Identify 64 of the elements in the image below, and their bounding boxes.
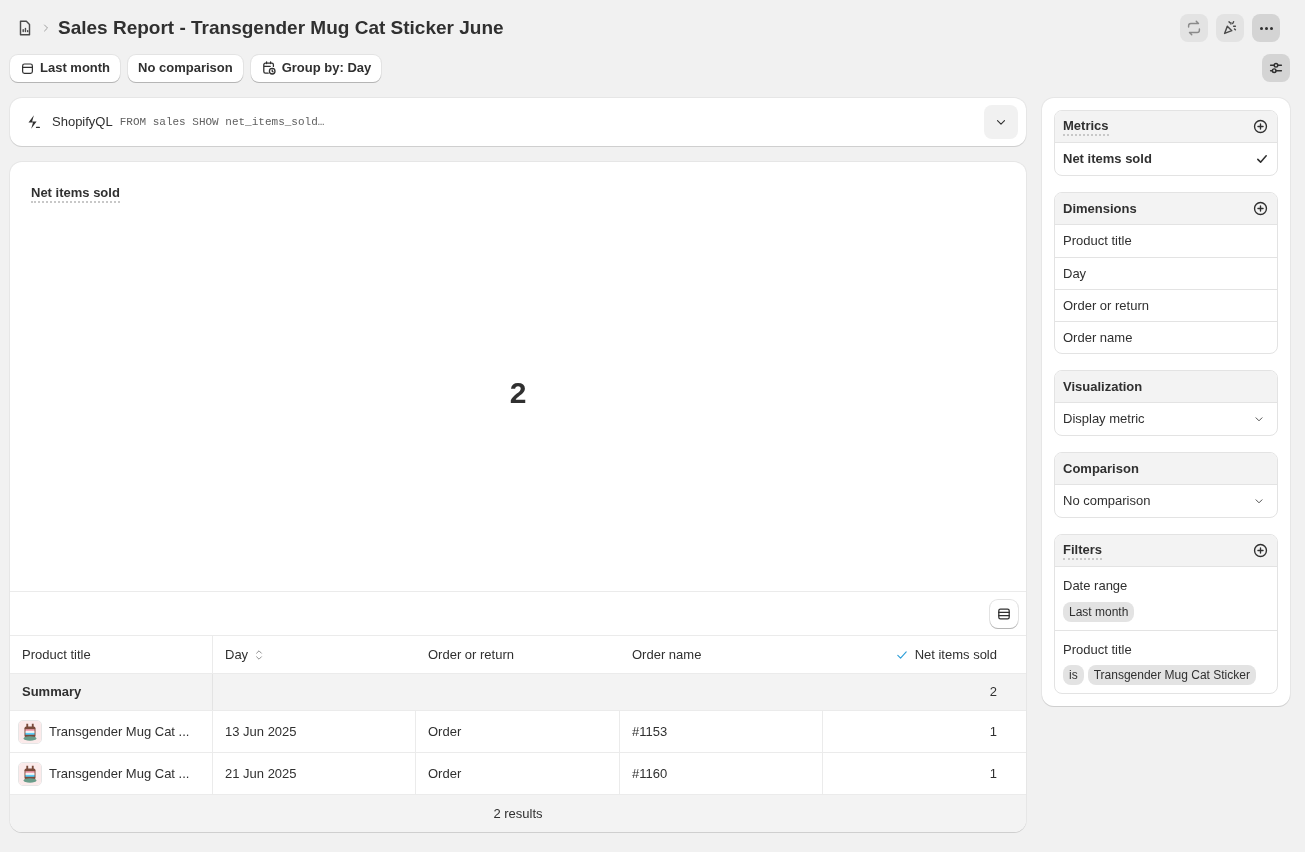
calendar-icon [20,60,35,76]
item-label: Product title [1063,232,1132,251]
table-cell-text: 1 [989,722,997,741]
item-label: Net items sold [1063,150,1152,169]
add-icon[interactable] [1252,118,1269,135]
results-count: 2 results [493,804,543,823]
page-title: Sales Report - Transgender Mug Cat Sticker June [58,15,504,40]
settings-item[interactable]: Order name [1055,321,1277,353]
filter-panel-toggle[interactable] [1262,54,1290,82]
section-title: Dimensions [1063,200,1137,217]
toolbar-button[interactable]: Last month [10,54,121,82]
column-header[interactable]: Product title [22,644,91,665]
settings-item[interactable]: Net items sold [1055,143,1277,175]
dropdown-value: No comparison [1063,492,1151,511]
refresh-icon [1185,19,1203,37]
calendar-clock-icon [260,60,277,76]
section-title: Filters [1063,541,1102,560]
filter-tag: Transgender Mug Cat Sticker [1087,665,1256,685]
column-header[interactable]: Order name [632,644,702,665]
refresh-button[interactable] [1180,14,1208,42]
column-header[interactable]: Order or return [428,644,514,665]
item-label: Order or return [1063,296,1149,315]
summary-label: Summary [22,683,82,702]
filter-tag: is [1063,665,1084,685]
table-cell-text: 1 [989,764,997,783]
metric-title: Net items sold [31,185,120,203]
table-cell-text: 21 Jun 2025 [225,764,297,783]
settings-item[interactable]: Display metric [1055,403,1277,435]
filter-label: Product title [1063,640,1133,659]
filter-tag: Last month [1063,601,1135,622]
query-language-label: ShopifyQL [52,113,113,132]
settings-item[interactable]: Day [1055,257,1277,289]
section-title: Comparison [1063,460,1139,477]
query-code: FROM sales SHOW net_items_sold… [119,114,325,130]
table-cell-text: Transgender Mug Cat ... [49,764,190,783]
column-header[interactable]: Day [225,644,249,665]
dropdown-value: Display metric [1063,410,1145,429]
filter-label: Date range [1063,577,1129,595]
settings-item[interactable]: No comparison [1055,485,1277,517]
item-label: Day [1063,264,1087,283]
item-label: Order name [1063,328,1133,347]
summary-total: 2 [989,683,997,702]
toolbar-button[interactable]: Group by: Day [250,54,382,82]
add-icon[interactable] [1252,542,1269,559]
party-popper-icon [1221,19,1239,37]
table-cell-text: #1153 [632,722,668,741]
add-icon[interactable] [1252,200,1269,217]
metric-value: 2 [508,375,528,411]
section-title: Metrics [1063,117,1109,136]
chevron-right-icon [41,23,51,33]
settings-item[interactable]: Order or return [1055,289,1277,321]
table-cell-text: 13 Jun 2025 [225,722,297,741]
toolbar-button[interactable]: No comparison [128,54,243,82]
table-cell-text: Order [428,764,462,783]
table-cell-text: Order [428,722,462,741]
table-view-button[interactable] [990,599,1018,628]
table-cell-text: #1160 [632,764,668,783]
table-cell-text: Transgender Mug Cat ... [49,722,190,741]
section-title: Visualization [1063,378,1143,395]
settings-item[interactable]: Product title [1055,225,1277,257]
celebrate-button[interactable] [1216,14,1244,42]
more-button[interactable] [1252,14,1280,42]
more-icon [1259,26,1273,30]
column-header[interactable]: Net items sold [914,644,997,665]
